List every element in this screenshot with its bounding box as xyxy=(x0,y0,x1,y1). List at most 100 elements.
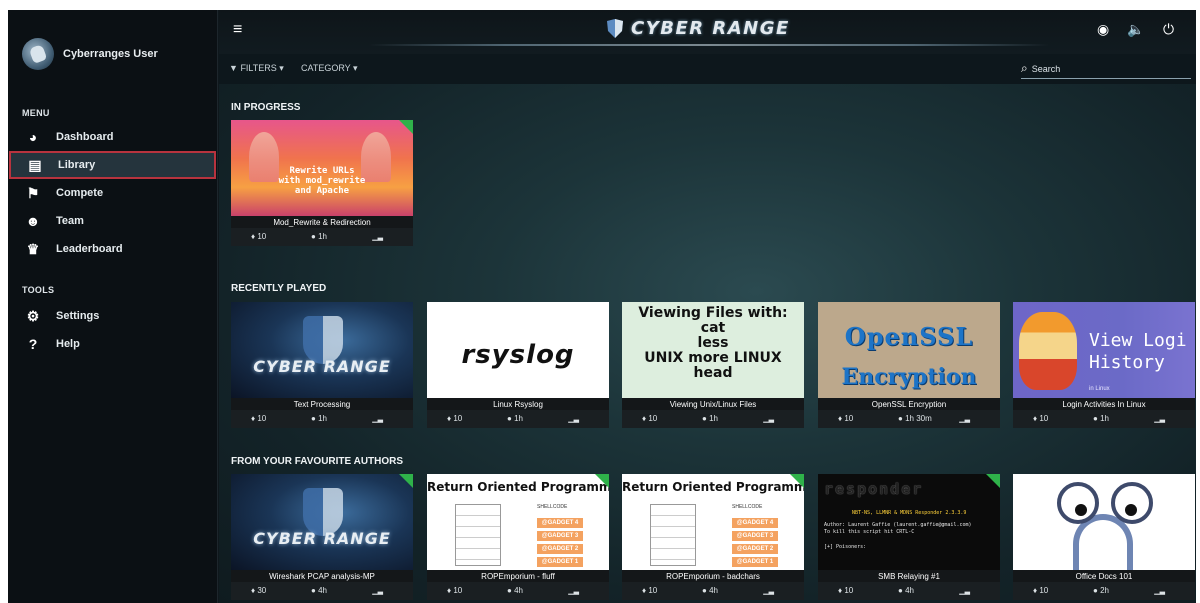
course-meta: ♦ 10 ● 1h ▁▃ xyxy=(231,410,413,428)
course-points: 30 xyxy=(257,586,267,595)
course-points: 10 xyxy=(453,414,463,423)
search-box[interactable]: ⌕ xyxy=(1021,59,1191,79)
book-icon: ▤ xyxy=(28,156,42,173)
points-icon: ♦ xyxy=(251,232,256,241)
course-thumbnail: Return Oriented Programming SHELLCODE @G… xyxy=(622,474,804,570)
course-points: 10 xyxy=(257,232,267,241)
course-thumbnail: CYBER RANGE xyxy=(231,302,413,398)
gadget-label: @GADGET 1 xyxy=(537,557,583,567)
thumbnail-text: OpenSSL xyxy=(844,322,974,351)
course-card-rop-fluff[interactable]: Return Oriented Programming SHELLCODE @G… xyxy=(427,474,609,600)
course-points: 10 xyxy=(844,586,854,595)
gadget-label: @GADGET 4 xyxy=(732,518,778,528)
course-card-rsyslog[interactable]: rsyslog Linux Rsyslog ♦ 10 ● 1h ▁▃ xyxy=(427,302,609,428)
sidebar-item-label: Library xyxy=(58,159,96,171)
filter-bar: ▼ FILTERS ▾ CATEGORY ▾ ⌕ xyxy=(219,54,1196,84)
points-icon: ♦ xyxy=(447,414,452,423)
sidebar-item-compete[interactable]: ⚑ Compete xyxy=(9,179,216,207)
course-duration: 1h xyxy=(318,414,327,423)
course-meta: ♦ 10 ● 4h ▁▃ xyxy=(818,582,1000,600)
thumbnail-text: Return Oriented Programming xyxy=(427,480,609,494)
course-card-openssl[interactable]: OpenSSL Encryption OpenSSL Encryption ♦ … xyxy=(818,302,1000,428)
tools-section-label: TOOLS xyxy=(22,285,55,295)
section-title-in-progress: IN PROGRESS xyxy=(231,102,301,113)
user-name: Cyberranges User xyxy=(63,48,158,60)
course-card-rop-badchars[interactable]: Return Oriented Programming SHELLCODE @G… xyxy=(622,474,804,600)
difficulty-bars-icon: ▁▃ xyxy=(568,588,579,595)
course-duration: 1h xyxy=(514,414,523,423)
thumbnail-subtext: Encryption xyxy=(841,364,977,390)
course-thumbnail: responder NBT-NS, LLMNR & MDNS Responder… xyxy=(818,474,1000,570)
brand-logo[interactable]: CYBER RANGE xyxy=(605,18,790,39)
points-icon: ♦ xyxy=(251,414,256,423)
user-profile[interactable]: Cyberranges User xyxy=(22,38,158,70)
stack-diagram xyxy=(650,504,696,566)
course-card-text-processing[interactable]: CYBER RANGE Text Processing ♦ 10 ● 1h ▁▃ xyxy=(231,302,413,428)
stack-diagram xyxy=(455,504,501,566)
points-icon: ♦ xyxy=(838,586,843,595)
course-meta: ♦ 10 ● 1h ▁▃ xyxy=(427,410,609,428)
category-dropdown[interactable]: CATEGORY ▾ xyxy=(301,63,358,74)
penguin-illustration xyxy=(1019,312,1077,390)
speaker-icon[interactable]: 🔈 xyxy=(1127,21,1144,38)
search-input[interactable] xyxy=(1031,63,1172,74)
brand-name: CYBER RANGE xyxy=(631,18,790,39)
sidebar-item-label: Help xyxy=(56,338,80,350)
app-window: Cyberranges User MENU ◕ Dashboard ▤ Libr… xyxy=(8,10,1196,603)
sidebar-item-settings[interactable]: ⚙ Settings xyxy=(9,302,216,330)
sidebar-item-library[interactable]: ▤ Library xyxy=(9,151,216,179)
course-card-smb-relaying[interactable]: responder NBT-NS, LLMNR & MDNS Responder… xyxy=(818,474,1000,600)
course-card-wireshark[interactable]: CYBER RANGE Wireshark PCAP analysis-MP ♦… xyxy=(231,474,413,600)
course-duration: 2h xyxy=(1100,586,1109,595)
course-thumbnail: Viewing Files with: cat less UNIX more L… xyxy=(622,302,804,398)
course-meta: ♦ 10 ● 2h ▁▃ xyxy=(1013,582,1195,600)
shellcode-label: SHELLCODE xyxy=(732,504,763,510)
power-icon[interactable]: ⏻ xyxy=(1163,21,1174,38)
completion-corner-badge xyxy=(986,474,1000,488)
course-points: 10 xyxy=(453,586,463,595)
course-duration: 1h 30m xyxy=(905,414,932,423)
stopwatch-icon: ● xyxy=(311,414,316,423)
course-duration: 1h xyxy=(709,414,718,423)
checkered-flag-icon: ⚑ xyxy=(26,184,40,201)
course-card-viewing-files[interactable]: Viewing Files with: cat less UNIX more L… xyxy=(622,302,804,428)
sidebar-item-label: Leaderboard xyxy=(56,243,123,255)
avatar[interactable] xyxy=(22,38,54,70)
points-icon: ♦ xyxy=(251,586,256,595)
difficulty-bars-icon: ▁▃ xyxy=(959,588,970,595)
shield-logo-icon xyxy=(607,18,623,38)
course-card-mod-rewrite[interactable]: Rewrite URLs with mod_rewrite and Apache… xyxy=(231,120,413,246)
gadget-label: @GADGET 3 xyxy=(732,531,778,541)
stopwatch-icon: ● xyxy=(507,586,512,595)
filters-dropdown[interactable]: ▼ FILTERS ▾ xyxy=(229,63,284,74)
course-duration: 4h xyxy=(514,586,523,595)
speedometer-icon: ◕ xyxy=(28,129,38,145)
section-title-favourite-authors: FROM YOUR FAVOURITE AUTHORS xyxy=(231,456,404,467)
sidebar-item-leaderboard[interactable]: ♛ Leaderboard xyxy=(9,235,216,263)
shellcode-label: SHELLCODE xyxy=(537,504,568,510)
course-card-office-docs[interactable]: Office Docs 101 ♦ 10 ● 2h ▁▃ xyxy=(1013,474,1195,600)
course-thumbnail: Return Oriented Programming SHELLCODE @G… xyxy=(427,474,609,570)
left-eye xyxy=(1057,482,1099,524)
stopwatch-icon: ● xyxy=(1093,414,1098,423)
sidebar-item-dashboard[interactable]: ◕ Dashboard xyxy=(9,123,216,151)
terminal-line: [+] Poisoners: xyxy=(824,544,867,550)
hamburger-menu-icon[interactable]: ≡ xyxy=(233,21,242,39)
thumbnail-text: CYBER RANGE xyxy=(253,357,391,376)
sidebar-item-team[interactable]: ☻ Team xyxy=(9,207,216,235)
target-icon[interactable]: ◉ xyxy=(1097,21,1109,38)
sidebar-item-label: Dashboard xyxy=(56,131,114,143)
course-card-login-activities[interactable]: View Logi History in Linux Login Activit… xyxy=(1013,302,1195,428)
sidebar-item-help[interactable]: ? Help xyxy=(9,330,216,358)
caret-down-icon: ▾ xyxy=(279,63,284,73)
course-meta: ♦ 10 ● 4h ▁▃ xyxy=(427,582,609,600)
top-bar: ≡ CYBER RANGE ◉ 🔈 ⏻ xyxy=(219,10,1196,54)
question-icon: ? xyxy=(28,336,38,352)
course-points: 10 xyxy=(257,414,267,423)
points-icon: ♦ xyxy=(838,414,843,423)
course-points: 10 xyxy=(1039,586,1049,595)
course-meta: ♦ 10 ● 1h 30m ▁▃ xyxy=(818,410,1000,428)
stopwatch-icon: ● xyxy=(898,586,903,595)
gadget-label: @GADGET 1 xyxy=(732,557,778,567)
thumbnail-text: View Logi History xyxy=(1089,330,1187,373)
